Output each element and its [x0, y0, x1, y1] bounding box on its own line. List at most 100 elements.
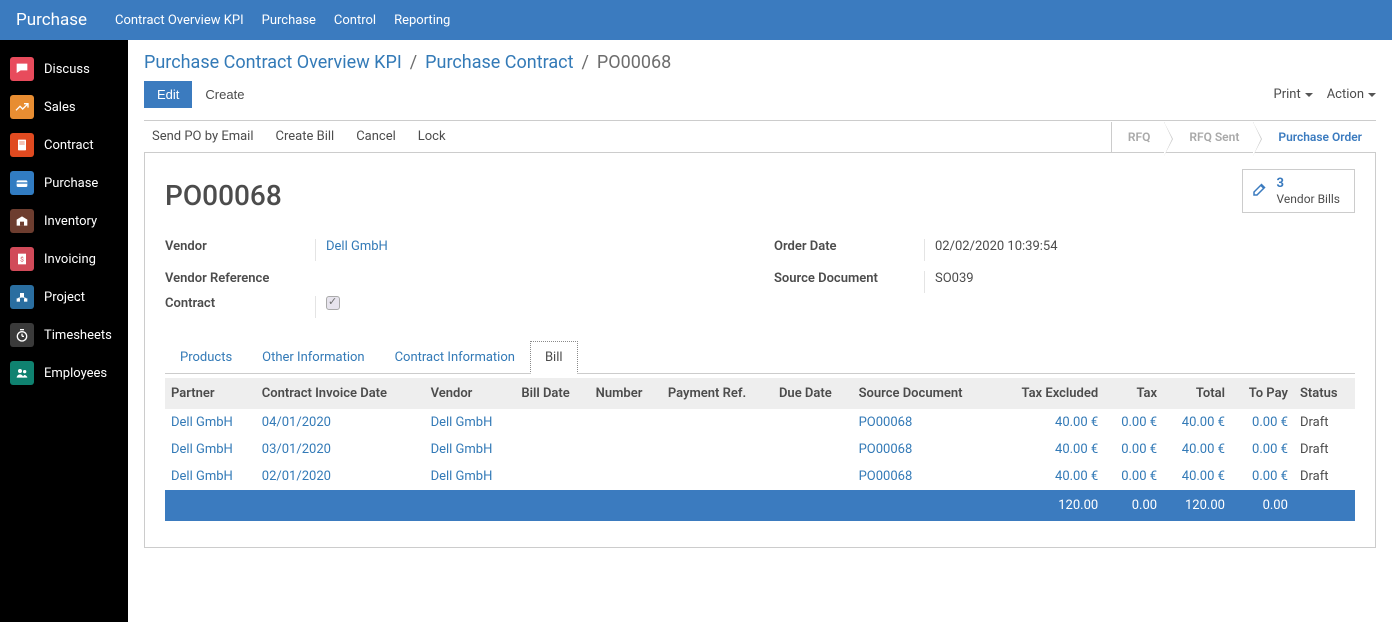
cell-to-pay[interactable]: 0.00 €	[1231, 436, 1294, 463]
cell-source[interactable]: PO00068	[853, 436, 996, 463]
cell-total[interactable]: 40.00 €	[1163, 463, 1231, 490]
cell-number	[590, 463, 662, 490]
status-rfq-sent[interactable]: RFQ Sent	[1164, 122, 1253, 152]
table-row[interactable]: Dell GmbH04/01/2020Dell GmbHPO0006840.00…	[165, 409, 1355, 436]
cell-payment-ref	[662, 409, 773, 436]
sidebar-item-invoicing[interactable]: $ Invoicing	[0, 240, 128, 278]
cell-tax[interactable]: 0.00 €	[1104, 409, 1163, 436]
breadcrumb-sep: /	[581, 52, 588, 73]
col-number[interactable]: Number	[590, 378, 662, 409]
topbar-menu-control[interactable]: Control	[334, 13, 376, 28]
timesheets-icon	[10, 323, 34, 347]
cell-number	[590, 436, 662, 463]
cell-tax-excluded[interactable]: 40.00 €	[995, 463, 1104, 490]
lock-button[interactable]: Lock	[418, 129, 446, 144]
sidebar-item-contract[interactable]: Contract	[0, 126, 128, 164]
cell-tax[interactable]: 0.00 €	[1104, 463, 1163, 490]
caret-down-icon	[1368, 93, 1376, 97]
tab-products[interactable]: Products	[165, 341, 247, 374]
vendor-bills-stat[interactable]: 3 Vendor Bills	[1242, 169, 1355, 213]
total-to-pay: 0.00	[1231, 490, 1294, 521]
cell-vendor[interactable]: Dell GmbH	[425, 409, 516, 436]
action-dropdown[interactable]: Action	[1327, 87, 1376, 102]
cell-status: Draft	[1294, 463, 1355, 490]
sidebar-item-employees[interactable]: Employees	[0, 354, 128, 392]
cell-source[interactable]: PO00068	[853, 409, 996, 436]
tab-bill[interactable]: Bill	[530, 341, 578, 374]
topbar-menu: Contract Overview KPI Purchase Control R…	[115, 13, 450, 28]
cell-vendor[interactable]: Dell GmbH	[425, 463, 516, 490]
sidebar-item-sales[interactable]: Sales	[0, 88, 128, 126]
breadcrumb-link[interactable]: Purchase Contract Overview KPI	[144, 52, 402, 73]
cell-tax-excluded[interactable]: 40.00 €	[995, 436, 1104, 463]
cell-source[interactable]: PO00068	[853, 463, 996, 490]
col-total[interactable]: Total	[1163, 378, 1231, 409]
tab-other-information[interactable]: Other Information	[247, 341, 379, 374]
cell-due-date	[773, 436, 853, 463]
sidebar-item-project[interactable]: Project	[0, 278, 128, 316]
create-button[interactable]: Create	[192, 81, 257, 108]
col-invoice-date[interactable]: Contract Invoice Date	[256, 378, 425, 409]
cell-vendor[interactable]: Dell GmbH	[425, 436, 516, 463]
contract-icon	[10, 133, 34, 157]
topbar-menu-reporting[interactable]: Reporting	[394, 13, 450, 28]
topbar-menu-contract-overview-kpi[interactable]: Contract Overview KPI	[115, 13, 244, 28]
contract-checkbox[interactable]	[315, 296, 746, 318]
status-rfq[interactable]: RFQ	[1111, 122, 1165, 152]
cell-invoice-date[interactable]: 04/01/2020	[256, 409, 425, 436]
breadcrumb-current: PO00068	[597, 52, 671, 73]
inventory-icon	[10, 209, 34, 233]
col-bill-date[interactable]: Bill Date	[515, 378, 589, 409]
cell-payment-ref	[662, 436, 773, 463]
cancel-button[interactable]: Cancel	[356, 129, 396, 144]
tab-contract-information[interactable]: Contract Information	[380, 341, 530, 374]
col-source[interactable]: Source Document	[853, 378, 996, 409]
sidebar-item-purchase[interactable]: Purchase	[0, 164, 128, 202]
breadcrumb-link[interactable]: Purchase Contract	[425, 52, 573, 73]
cell-invoice-date[interactable]: 03/01/2020	[256, 436, 425, 463]
control-row: Edit Create Print Action	[144, 81, 1376, 108]
status-purchase-order[interactable]: Purchase Order	[1253, 122, 1376, 152]
record-title: PO00068	[165, 179, 1355, 212]
col-status[interactable]: Status	[1294, 378, 1355, 409]
sales-icon	[10, 95, 34, 119]
sidebar-item-timesheets[interactable]: Timesheets	[0, 316, 128, 354]
vendor-value[interactable]: Dell GmbH	[315, 239, 746, 261]
cell-invoice-date[interactable]: 02/01/2020	[256, 463, 425, 490]
edit-button[interactable]: Edit	[144, 81, 192, 108]
col-tax-excluded[interactable]: Tax Excluded	[995, 378, 1104, 409]
cell-tax[interactable]: 0.00 €	[1104, 436, 1163, 463]
print-dropdown[interactable]: Print	[1274, 87, 1313, 102]
create-bill-button[interactable]: Create Bill	[276, 129, 335, 144]
cell-total[interactable]: 40.00 €	[1163, 436, 1231, 463]
order-date-value: 02/02/2020 10:39:54	[924, 239, 1355, 261]
send-po-button[interactable]: Send PO by Email	[152, 129, 254, 144]
app-title[interactable]: Purchase	[16, 10, 87, 30]
col-partner[interactable]: Partner	[165, 378, 256, 409]
cell-tax-excluded[interactable]: 40.00 €	[995, 409, 1104, 436]
total-total: 120.00	[1163, 490, 1231, 521]
col-due-date[interactable]: Due Date	[773, 378, 853, 409]
cell-total[interactable]: 40.00 €	[1163, 409, 1231, 436]
topbar-menu-purchase[interactable]: Purchase	[262, 13, 316, 28]
table-row[interactable]: Dell GmbH02/01/2020Dell GmbHPO0006840.00…	[165, 463, 1355, 490]
sidebar-item-inventory[interactable]: Inventory	[0, 202, 128, 240]
cell-partner[interactable]: Dell GmbH	[165, 409, 256, 436]
status-bar: RFQ RFQ Sent Purchase Order	[1111, 122, 1376, 152]
topbar: Purchase Contract Overview KPI Purchase …	[0, 0, 1392, 40]
col-to-pay[interactable]: To Pay	[1231, 378, 1294, 409]
edit-icon	[1251, 180, 1269, 202]
col-tax[interactable]: Tax	[1104, 378, 1163, 409]
cell-bill-date	[515, 409, 589, 436]
sidebar: Discuss Sales Contract Purchase Inventor…	[0, 40, 128, 622]
col-vendor[interactable]: Vendor	[425, 378, 516, 409]
table-row[interactable]: Dell GmbH03/01/2020Dell GmbHPO0006840.00…	[165, 436, 1355, 463]
cell-partner[interactable]: Dell GmbH	[165, 436, 256, 463]
col-payment-ref[interactable]: Payment Ref.	[662, 378, 773, 409]
cell-to-pay[interactable]: 0.00 €	[1231, 463, 1294, 490]
action-label: Action	[1327, 87, 1364, 102]
cell-partner[interactable]: Dell GmbH	[165, 463, 256, 490]
cell-status: Draft	[1294, 436, 1355, 463]
cell-to-pay[interactable]: 0.00 €	[1231, 409, 1294, 436]
sidebar-item-discuss[interactable]: Discuss	[0, 50, 128, 88]
